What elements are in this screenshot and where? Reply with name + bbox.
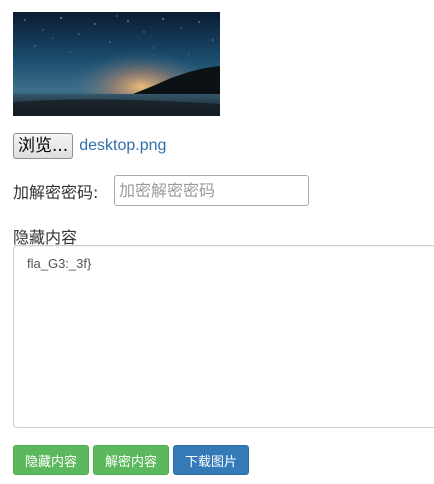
browse-button[interactable]: 浏览... xyxy=(13,133,74,159)
password-row: 加解密密码: xyxy=(13,175,309,206)
selected-file-name: desktop.png xyxy=(79,137,167,154)
decrypt-content-button[interactable]: 解密内容 xyxy=(93,445,170,475)
password-input[interactable] xyxy=(114,175,309,206)
action-buttons: 隐藏内容 解密内容 下载图片 xyxy=(13,445,250,475)
hide-content-button[interactable]: 隐藏内容 xyxy=(13,445,90,475)
password-label: 加解密密码: xyxy=(13,182,99,202)
preview-image xyxy=(13,12,220,116)
hidden-content-textarea[interactable]: fla_G3:_3f} xyxy=(13,245,434,428)
file-upload-row: 浏览... desktop.png xyxy=(13,133,166,159)
download-image-button[interactable]: 下载图片 xyxy=(173,445,250,475)
